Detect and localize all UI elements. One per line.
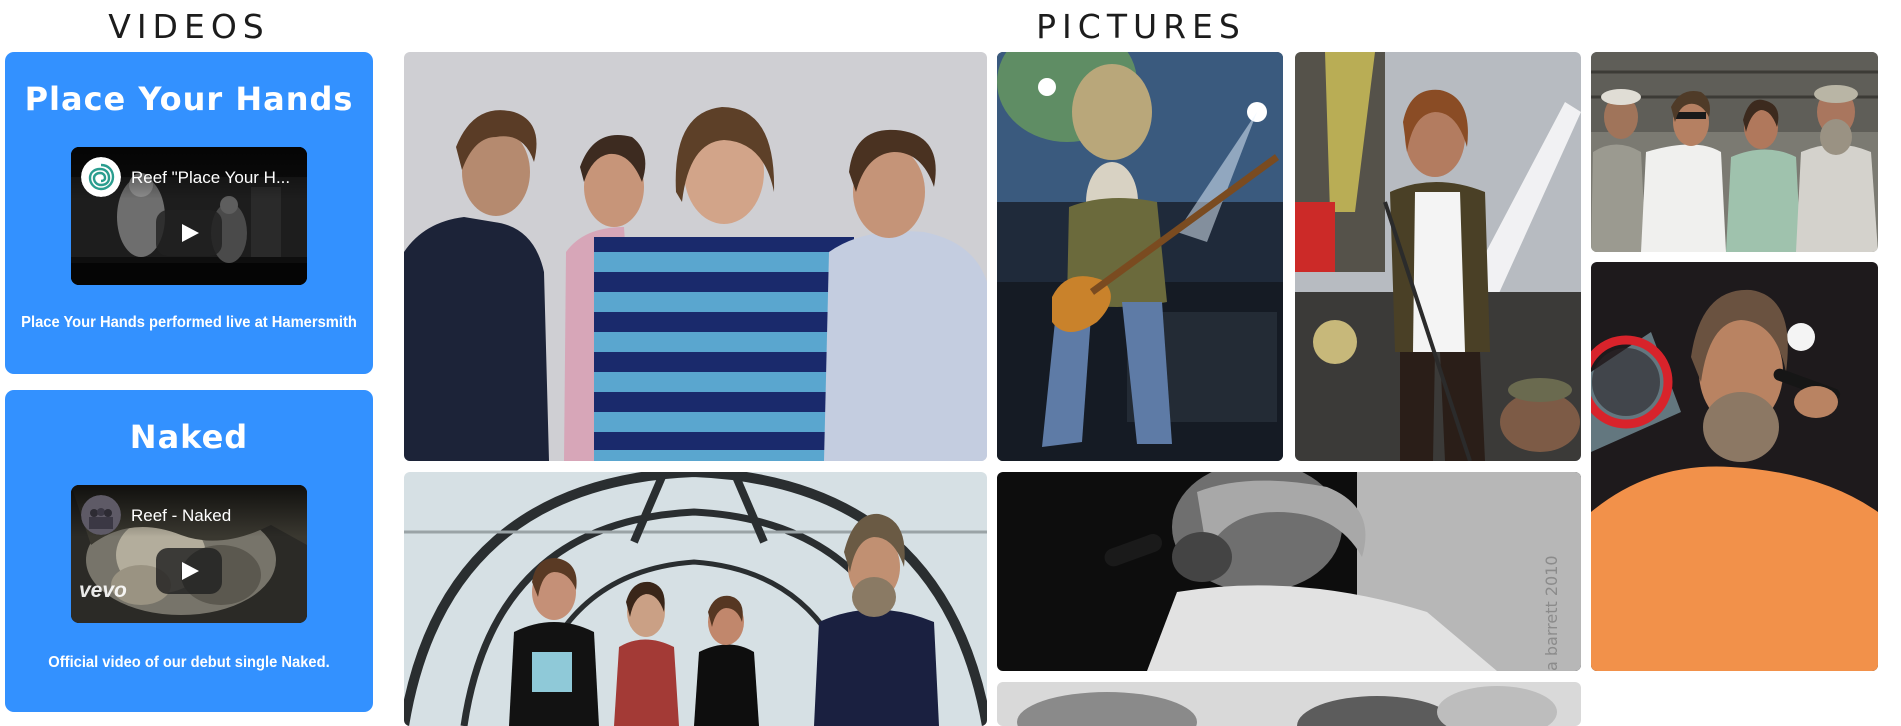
video-embed-title[interactable]: Reef - Naked: [131, 506, 299, 526]
play-icon[interactable]: [156, 548, 222, 594]
band-photo-image: [404, 472, 987, 726]
video-title: Place Your Hands: [24, 80, 354, 118]
vevo-logo: vevo: [79, 579, 127, 602]
video-player[interactable]: Reef - Naked vevo: [71, 485, 307, 623]
video-card-place-your-hands: Place Your Hands Reef "Place Your H... P…: [5, 52, 373, 374]
photo-band-studio-portrait[interactable]: [404, 52, 987, 461]
photographer-watermark: a barrett 2010: [1542, 555, 1561, 671]
video-embed-title[interactable]: Reef "Place Your H...: [131, 168, 299, 188]
play-icon[interactable]: [156, 210, 222, 256]
photo-black-and-white-crowd[interactable]: [997, 682, 1581, 726]
photo-bassist-live-stage[interactable]: [997, 52, 1283, 461]
photo-band-outdoor-portrait[interactable]: [1591, 52, 1878, 252]
band-photo-image: [997, 52, 1283, 461]
channel-avatar[interactable]: [81, 157, 121, 197]
band-photo-image: a barrett 2010: [997, 472, 1581, 671]
band-photo-image: [1591, 262, 1878, 671]
band-photo-image: [404, 52, 987, 461]
video-card-naked: Naked Reef - Naked vevo Official video o…: [5, 390, 373, 712]
pictures-heading: PICTURES: [1036, 7, 1246, 46]
band-photo-image: [997, 682, 1581, 726]
video-player[interactable]: Reef "Place Your H...: [71, 147, 307, 285]
photo-singer-with-tambourine[interactable]: [1591, 262, 1878, 671]
band-photo-image: [1295, 52, 1581, 461]
band-photo-image: [1591, 52, 1878, 252]
videos-heading: VIDEOS: [108, 7, 270, 46]
photo-singer-live-stage[interactable]: [1295, 52, 1581, 461]
video-caption: Place Your Hands performed live at Hamer…: [21, 314, 357, 331]
video-title: Naked: [129, 418, 249, 456]
photo-black-and-white-singer[interactable]: a barrett 2010: [997, 472, 1581, 671]
channel-avatar[interactable]: [81, 495, 121, 535]
photo-band-in-tunnel[interactable]: [404, 472, 987, 726]
video-caption: Official video of our debut single Naked…: [48, 654, 330, 671]
